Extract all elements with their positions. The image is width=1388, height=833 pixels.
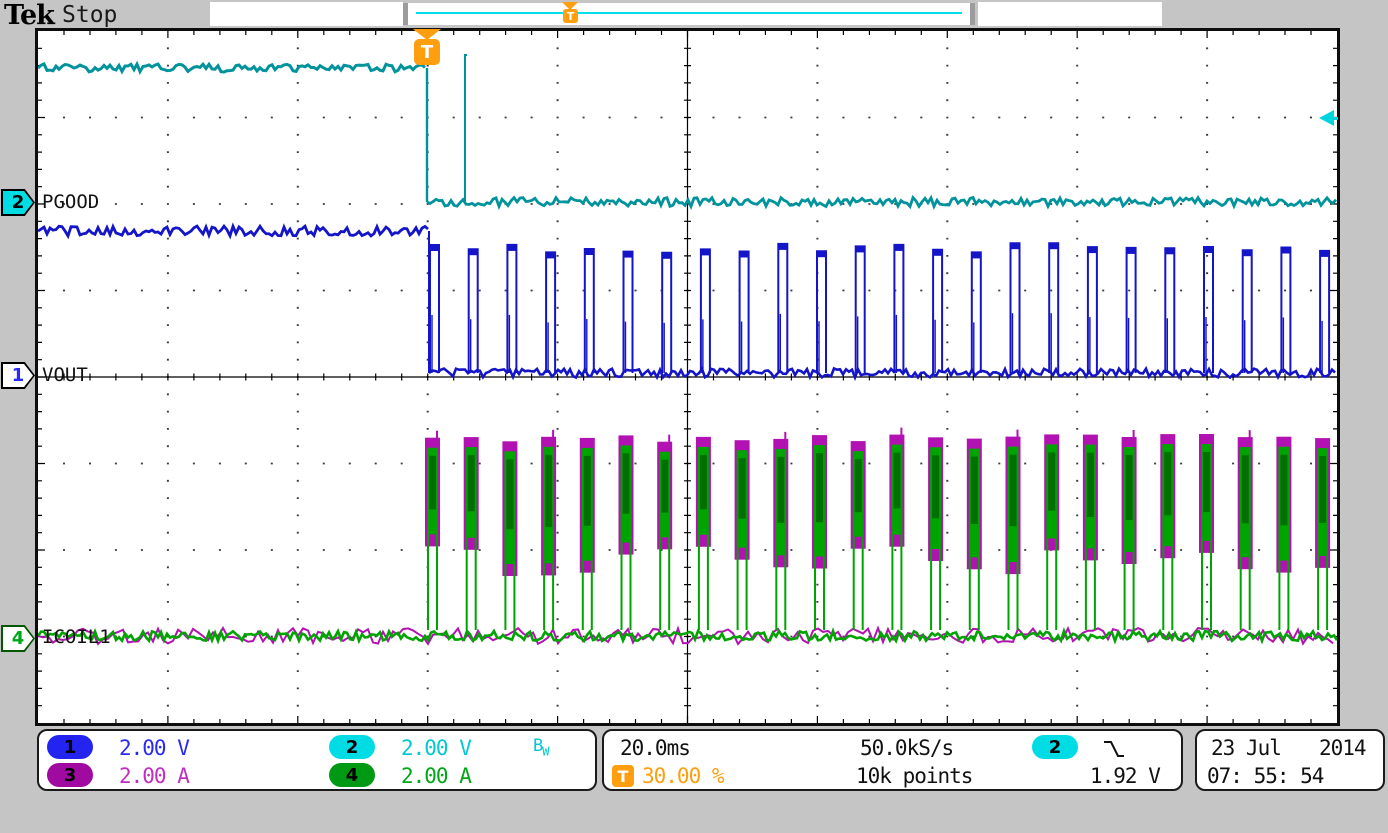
bandwidth-limit-sub: W — [542, 744, 548, 758]
record-view-bar — [403, 3, 975, 25]
channel-4-position-marker: 4 — [1, 625, 35, 652]
channel-4-scale: 2.00 A — [401, 764, 471, 788]
trigger-level-arrow-tail — [1333, 117, 1338, 120]
trigger-point-flag: T — [414, 39, 440, 65]
top-menu-box-left — [210, 2, 403, 26]
channel-2-position-marker: 2 — [1, 189, 35, 216]
acquisition-status: Stop — [62, 2, 117, 28]
channel-3-scale: 2.00 A — [119, 764, 189, 788]
trigger-position-icon: T — [612, 765, 634, 787]
channel-1-position-marker: 1 — [1, 362, 35, 389]
channel-4-badge: 4 — [329, 763, 375, 787]
date-readout: 23 Jul — [1211, 736, 1281, 760]
channel-readout-box: 1 2.00 V 2 2.00 V BW 3 2.00 A 4 2.00 A — [37, 729, 597, 791]
trace-label-vout: VOUT — [42, 364, 88, 386]
channel-2-scale: 2.00 V — [401, 736, 471, 760]
record-trigger-position-marker: T — [563, 9, 578, 23]
channel-3-badge: 3 — [47, 763, 93, 787]
tek-logo: Tek — [4, 0, 54, 31]
trigger-level-readout: 1.92 V — [1090, 764, 1160, 788]
bandwidth-limit-letter: B — [533, 736, 542, 756]
sample-rate-readout: 50.0kS/s — [860, 736, 953, 760]
trigger-slope-falling-icon — [1102, 737, 1126, 761]
channel-2-badge: 2 — [329, 735, 375, 759]
horizontal-trigger-readout-box: 20.0ms T 30.00 % 50.0kS/s 10k points 2 1… — [602, 729, 1183, 791]
trace-label-pgood: PGOOD — [42, 191, 99, 213]
graticule — [35, 28, 1340, 726]
channel-1-badge: 1 — [47, 735, 93, 759]
trigger-level-arrow-icon — [1319, 110, 1334, 126]
timebase-readout: 20.0ms — [620, 736, 690, 760]
channel-1-scale: 2.00 V — [119, 736, 189, 760]
datetime-box: 23 Jul 2014 07: 55: 54 — [1195, 729, 1385, 791]
trigger-source-badge: 2 — [1032, 735, 1078, 759]
oscilloscope-screen: Tek Stop T T 2 PGOOD 1 VOUT 4 ICOIL1 1 2… — [0, 0, 1388, 833]
trace-label-icoil1: ICOIL1 — [42, 626, 111, 648]
record-window-line — [416, 12, 962, 14]
record-length-readout: 10k points — [856, 764, 972, 788]
waveform-display — [38, 31, 1337, 723]
bandwidth-limit-icon: BW — [533, 736, 548, 758]
trigger-position-readout: 30.00 % — [642, 764, 724, 788]
top-menu-box-right — [978, 2, 1162, 26]
time-readout: 07: 55: 54 — [1207, 764, 1323, 788]
year-readout: 2014 — [1319, 736, 1366, 760]
